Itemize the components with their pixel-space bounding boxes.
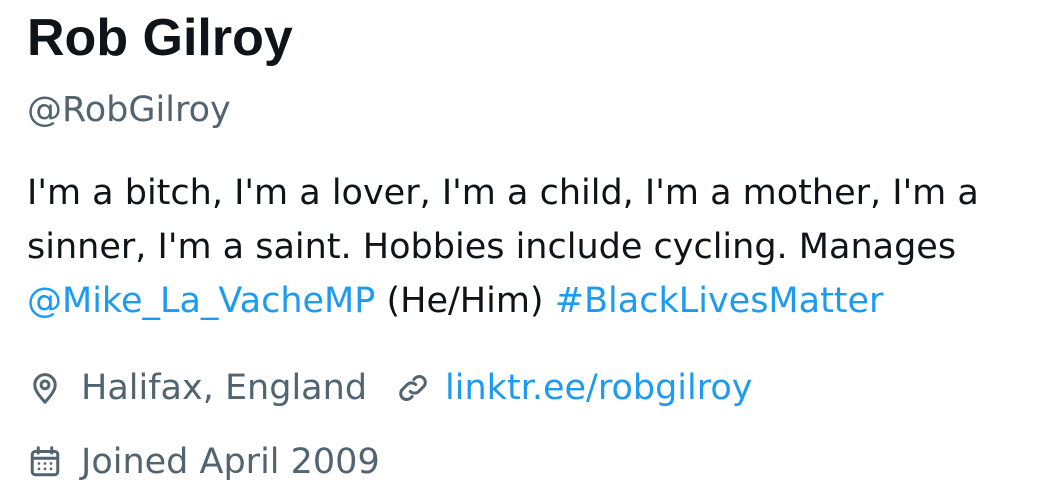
profile-bio: I'm a bitch, I'm a lover, I'm a child, I… [27,166,1052,328]
bio-line-2: sinner, I'm a saint. Hobbies include cyc… [27,227,957,267]
calendar-icon [27,444,63,480]
display-name: Rob Gilroy [27,9,293,67]
website-link[interactable]: linktr.ee/robgilroy [445,368,752,408]
location-text: Halifax, England [81,368,368,408]
profile-meta-row: Halifax, England linktr.ee/robgilroy [27,364,753,412]
location-pin-icon [27,370,63,406]
joined-item: Joined April 2009 [27,442,380,482]
bio-line-1: I'm a bitch, I'm a lover, I'm a child, I… [27,173,979,213]
bio-line-3: @Mike_La_VacheMP (He/Him) #BlackLivesMat… [27,274,1052,328]
user-handle: @RobGilroy [27,90,231,130]
location-item: Halifax, England [27,368,367,408]
joined-text: Joined April 2009 [81,442,380,482]
bio-pronouns: (He/Him) [375,281,555,321]
bio-hashtag-link[interactable]: #BlackLivesMatter [555,281,884,321]
link-icon [395,370,431,406]
website-item[interactable]: linktr.ee/robgilroy [395,368,753,408]
profile-joined-row: Joined April 2009 [27,438,380,486]
bio-mention-link[interactable]: @Mike_La_VacheMP [27,281,375,321]
